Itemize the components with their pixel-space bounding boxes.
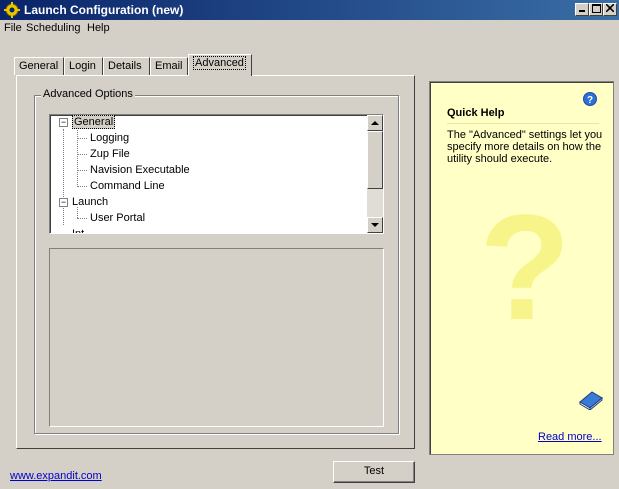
- book-icon: [579, 391, 603, 410]
- minimize-icon: [579, 10, 585, 12]
- advanced-options-group: Advanced Options − General Logging Zup F…: [34, 88, 399, 434]
- tab-details-label: Details: [108, 60, 142, 72]
- scroll-up-button[interactable]: [367, 115, 383, 131]
- watermark-question-icon: ?: [479, 183, 571, 351]
- option-detail-panel: [49, 248, 384, 427]
- svg-text:?: ?: [587, 95, 593, 106]
- tree-item-user-portal[interactable]: User Portal: [90, 210, 145, 226]
- tab-advanced-label: Advanced: [193, 56, 246, 70]
- menu-bar: File Scheduling Help: [0, 20, 619, 38]
- tree-vertical-scrollbar[interactable]: [367, 115, 383, 233]
- tree-line: [63, 129, 64, 225]
- arrow-down-icon: [371, 223, 379, 227]
- read-more-link[interactable]: Read more...: [538, 431, 602, 443]
- menu-help[interactable]: Help: [87, 22, 110, 34]
- quick-help-text: The "Advanced" settings let you specify …: [447, 129, 603, 165]
- arrow-up-icon: [371, 121, 379, 125]
- tab-login-label: Login: [69, 60, 96, 72]
- app-gear-icon: [4, 2, 20, 18]
- tree-item-logging[interactable]: Logging: [90, 130, 129, 146]
- quick-help-separator: [447, 123, 599, 124]
- collapse-launch-icon[interactable]: −: [59, 198, 68, 207]
- maximize-icon: [591, 4, 601, 13]
- tree-item-launch[interactable]: Launch: [72, 194, 108, 210]
- tree-item-zup-file[interactable]: Zup File: [90, 146, 130, 162]
- maximize-button[interactable]: [589, 3, 603, 16]
- minimize-button[interactable]: [575, 3, 589, 16]
- menu-scheduling[interactable]: Scheduling: [26, 22, 80, 34]
- window-title: Launch Configuration (new): [24, 3, 184, 17]
- close-button[interactable]: [603, 3, 617, 16]
- tree-line: [77, 186, 87, 187]
- menu-file[interactable]: File: [4, 22, 22, 34]
- quick-help-panel: ? Quick Help The "Advanced" settings let…: [429, 81, 614, 455]
- close-icon: [605, 3, 615, 13]
- tab-advanced[interactable]: Advanced: [188, 54, 252, 76]
- tab-email-label: Email: [155, 60, 183, 72]
- question-circle-icon[interactable]: ?: [583, 92, 597, 106]
- title-bar: Launch Configuration (new): [0, 0, 619, 20]
- quick-help-title: Quick Help: [447, 107, 505, 119]
- scroll-down-button[interactable]: [367, 217, 383, 233]
- options-tree[interactable]: − General Logging Zup File Navision Exec…: [49, 114, 384, 234]
- advanced-tab-panel: Advanced Options − General Logging Zup F…: [16, 75, 415, 449]
- tree-line: [77, 218, 87, 219]
- tree-item-partial[interactable]: Int...: [72, 226, 93, 233]
- website-link[interactable]: www.expandit.com: [10, 470, 102, 482]
- tree-line: [77, 154, 87, 155]
- advanced-options-label: Advanced Options: [41, 88, 135, 100]
- tree-item-navision-executable[interactable]: Navision Executable: [90, 162, 190, 178]
- tree-item-general-label: General: [72, 115, 116, 129]
- tree-item-general[interactable]: General: [72, 115, 116, 130]
- tab-details[interactable]: Details: [103, 57, 150, 75]
- tab-email[interactable]: Email: [150, 57, 188, 75]
- tree-line: [77, 138, 87, 139]
- tree-item-command-line[interactable]: Command Line: [90, 178, 165, 194]
- tree-line: [77, 126, 78, 187]
- test-button[interactable]: Test: [333, 461, 415, 483]
- scroll-thumb[interactable]: [367, 131, 383, 189]
- tab-general-label: General: [19, 60, 59, 72]
- collapse-general-icon[interactable]: −: [59, 118, 68, 127]
- tree-line: [77, 170, 87, 171]
- tab-general[interactable]: General: [14, 57, 64, 75]
- tab-login[interactable]: Login: [64, 57, 103, 75]
